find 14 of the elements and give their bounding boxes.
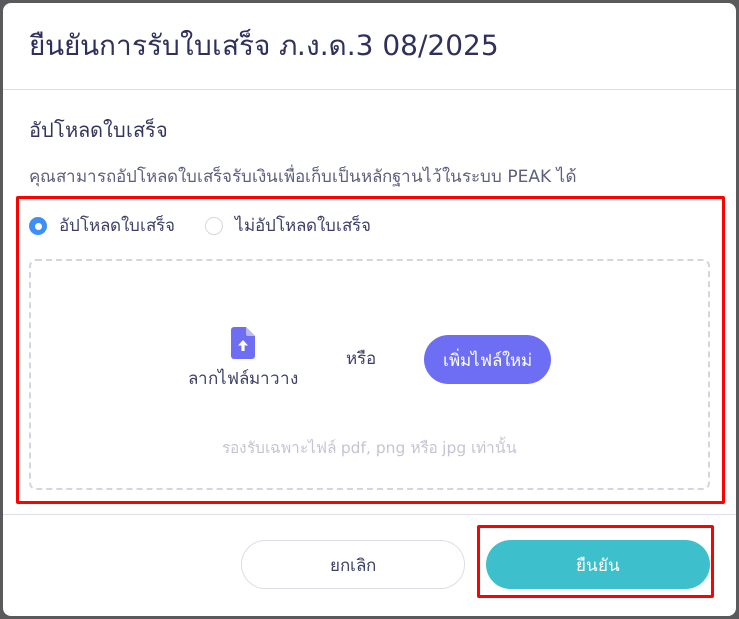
file-drop-zone[interactable]: ลากไฟล์มาวาง หรือ เพิ่มไฟล์ใหม่ รองรับเฉพาะไฟล์ pdf, png หรือ jpg เท่านั้น [29, 259, 710, 490]
radio-button[interactable] [29, 217, 47, 235]
add-file-button[interactable]: เพิ่มไฟล์ใหม่ [424, 334, 551, 384]
dialog-title: ยืนยันการรับใบเสร็จ ภ.ง.ด.3 08/2025 [29, 28, 499, 64]
section-heading: อัปโหลดใบเสร็จ [29, 117, 168, 144]
section-description: คุณสามารถอัปโหลดใบเสร็จรับเงินเพื่อเก็บเป็นหลักฐานไว้ในระบบ PEAK ได้ [29, 165, 577, 189]
cancel-button[interactable]: ยกเลิก [241, 540, 465, 589]
radio-button[interactable] [205, 217, 223, 235]
file-type-hint: รองรับเฉพาะไฟล์ pdf, png หรือ jpg เท่านั้น [222, 437, 518, 459]
radio-label[interactable]: อัปโหลดใบเสร็จ [59, 214, 175, 238]
radio-label[interactable]: ไม่อัปโหลดใบเสร็จ [235, 214, 371, 238]
or-text: หรือ [346, 348, 376, 371]
drag-file-text: ลากไฟล์มาวาง [188, 368, 298, 391]
file-upload-icon [231, 327, 255, 359]
